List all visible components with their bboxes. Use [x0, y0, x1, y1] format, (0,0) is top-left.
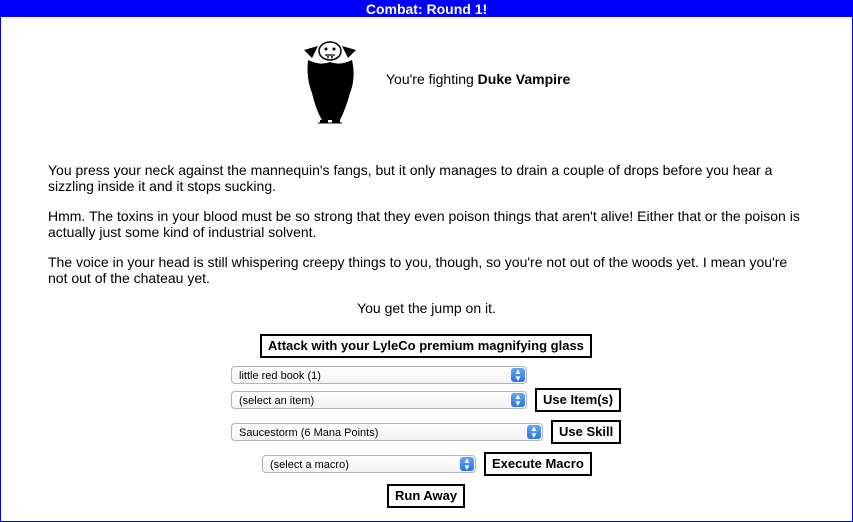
- macro-select-value: (select a macro): [270, 459, 349, 471]
- macro-select[interactable]: (select a macro) ▲ ▼: [262, 455, 476, 473]
- updown-arrows-icon: ▲ ▼: [511, 393, 525, 408]
- item-select-2-value: (select an item): [239, 395, 315, 407]
- item-select-1[interactable]: little red book (1) ▲ ▼: [231, 366, 527, 384]
- use-items-button[interactable]: Use Item(s): [535, 388, 622, 412]
- skill-select-value: Saucestorm (6 Mana Points): [239, 427, 379, 439]
- story-paragraph: Hmm. The toxins in your blood must be so…: [48, 208, 800, 240]
- skill-select[interactable]: Saucestorm (6 Mana Points) ▲ ▼: [231, 423, 543, 441]
- item-select-1-value: little red book (1): [239, 370, 321, 382]
- fighting-prefix: You're fighting: [386, 71, 478, 87]
- execute-macro-button[interactable]: Execute Macro: [484, 452, 592, 476]
- updown-arrows-icon: ▲ ▼: [511, 368, 525, 383]
- item-select-2[interactable]: (select an item) ▲ ▼: [231, 391, 527, 409]
- monster-panel: You're fighting Duke Vampire: [298, 38, 598, 128]
- updown-arrows-icon: ▲ ▼: [460, 457, 474, 472]
- run-away-button[interactable]: Run Away: [387, 484, 466, 508]
- fighting-text: You're fighting Duke Vampire: [386, 71, 570, 87]
- jump-text: You get the jump on it.: [357, 300, 496, 316]
- vampire-icon: [304, 41, 356, 124]
- attack-button[interactable]: Attack with your LyleCo premium magnifyi…: [260, 334, 592, 358]
- window-title: Combat: Round 1!: [1, 1, 852, 17]
- story-paragraph: You press your neck against the mannequi…: [48, 162, 773, 194]
- updown-arrows-icon: ▲ ▼: [527, 425, 541, 440]
- monster-name: Duke Vampire: [477, 71, 571, 87]
- story-paragraph: The voice in your head is still whisperi…: [48, 254, 788, 286]
- use-skill-button[interactable]: Use Skill: [551, 420, 622, 444]
- combat-story: You press your neck against the mannequi…: [48, 162, 808, 300]
